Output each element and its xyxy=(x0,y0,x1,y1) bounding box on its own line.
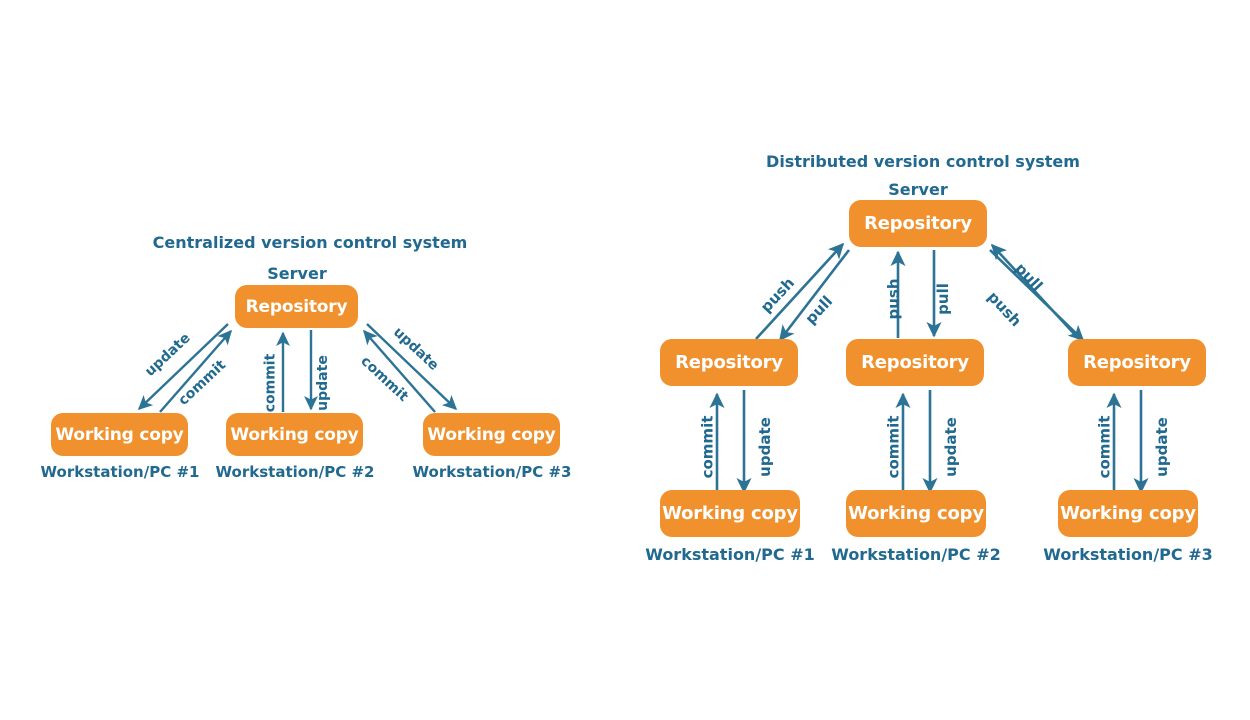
diagram-canvas: Centralized version control system Serve… xyxy=(0,0,1250,720)
centralized-server-repository-node[interactable]: Repository xyxy=(235,285,358,328)
node-label: Repository xyxy=(861,352,969,373)
edge-label-commit-col2: commit xyxy=(884,415,903,479)
edge-label-update-center: update xyxy=(314,355,331,411)
centralized-diagram-title: Centralized version control system xyxy=(152,233,468,252)
centralized-workstation-caption-2: Workstation/PC #2 xyxy=(215,463,375,481)
edge-label-push-center: push xyxy=(884,278,903,320)
node-label: Repository xyxy=(1083,352,1191,373)
distributed-diagram-title: Distributed version control system xyxy=(766,152,1080,171)
centralized-working-copy-3[interactable]: Working copy xyxy=(423,413,560,456)
distributed-workstation-caption-3: Workstation/PC #3 xyxy=(1043,545,1213,564)
edge-label-update-col3: update xyxy=(1152,417,1171,477)
edge-label-commit-center: commit xyxy=(262,353,279,413)
distributed-repository-3[interactable]: Repository xyxy=(1068,339,1206,386)
centralized-workstation-caption-1: Workstation/PC #1 xyxy=(40,463,200,481)
node-label: Working copy xyxy=(1060,503,1196,524)
edge-label-commit-col1: commit xyxy=(698,415,717,479)
edge-label-commit-col3: commit xyxy=(1095,415,1114,479)
distributed-server-repository-node[interactable]: Repository xyxy=(849,200,987,247)
distributed-repository-1[interactable]: Repository xyxy=(660,339,798,386)
distributed-working-copy-1[interactable]: Working copy xyxy=(660,490,800,537)
edge-label-update-col2: update xyxy=(941,417,960,477)
centralized-workstation-caption-3: Workstation/PC #3 xyxy=(412,463,572,481)
node-label: Working copy xyxy=(848,503,984,524)
distributed-working-copy-3[interactable]: Working copy xyxy=(1058,490,1198,537)
centralized-working-copy-2[interactable]: Working copy xyxy=(226,413,363,456)
edge-label-pull-center: pull xyxy=(933,283,952,315)
arrows-layer xyxy=(137,242,1149,496)
distributed-server-caption: Server xyxy=(888,180,948,199)
node-label: Working copy xyxy=(230,424,359,445)
edge-label-update-col1: update xyxy=(755,417,774,477)
node-label: Working copy xyxy=(662,503,798,524)
node-label: Repository xyxy=(864,213,972,234)
centralized-working-copy-1[interactable]: Working copy xyxy=(51,413,188,456)
distributed-workstation-caption-1: Workstation/PC #1 xyxy=(645,545,815,564)
distributed-workstation-caption-2: Workstation/PC #2 xyxy=(831,545,1001,564)
node-label: Working copy xyxy=(55,424,184,445)
distributed-working-copy-2[interactable]: Working copy xyxy=(846,490,986,537)
node-label: Repository xyxy=(675,352,783,373)
distributed-repository-2[interactable]: Repository xyxy=(846,339,984,386)
node-label: Working copy xyxy=(427,424,556,445)
node-label: Repository xyxy=(245,296,348,317)
centralized-server-caption: Server xyxy=(267,264,327,283)
